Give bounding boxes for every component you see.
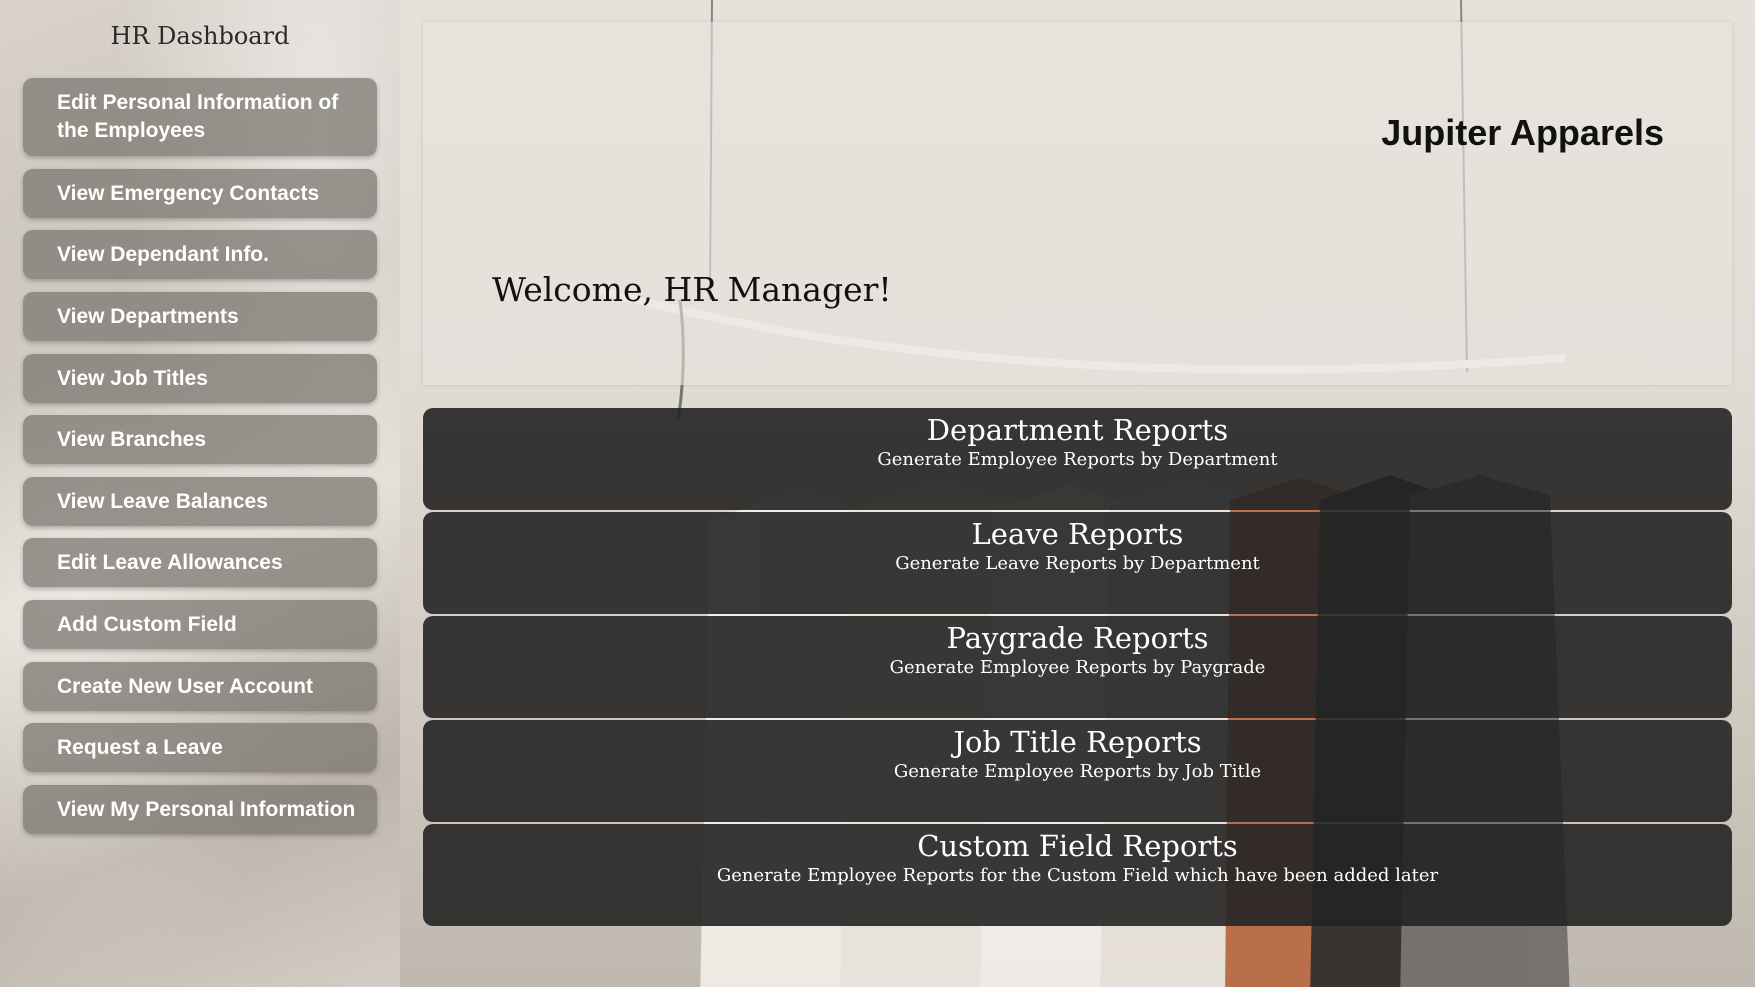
- report-description: Generate Employee Reports by Paygrade: [889, 657, 1266, 678]
- report-description: Generate Employee Reports by Department: [877, 449, 1278, 470]
- header-card: Jupiter Apparels Welcome, HR Manager!: [423, 22, 1732, 385]
- sidebar: HR Dashboard Edit Personal Information o…: [0, 0, 400, 987]
- create-new-user-account-button[interactable]: Create New User Account: [23, 662, 377, 711]
- view-my-personal-info-button[interactable]: View My Personal Information: [23, 785, 377, 834]
- job-title-reports-card[interactable]: Job Title Reports Generate Employee Repo…: [423, 720, 1732, 822]
- report-description: Generate Leave Reports by Department: [895, 553, 1260, 574]
- sidebar-title: HR Dashboard: [110, 22, 290, 50]
- view-emergency-contacts-button[interactable]: View Emergency Contacts: [23, 169, 377, 218]
- paygrade-reports-card[interactable]: Paygrade Reports Generate Employee Repor…: [423, 616, 1732, 718]
- report-title: Paygrade Reports: [946, 621, 1209, 655]
- report-description: Generate Employee Reports for the Custom…: [716, 865, 1439, 886]
- view-dependant-info-button[interactable]: View Dependant Info.: [23, 230, 377, 279]
- report-description: Generate Employee Reports by Job Title: [893, 761, 1262, 782]
- brand-name: Jupiter Apparels: [1381, 112, 1664, 153]
- report-title: Leave Reports: [971, 517, 1184, 551]
- view-job-titles-button[interactable]: View Job Titles: [23, 354, 377, 403]
- department-reports-card[interactable]: Department Reports Generate Employee Rep…: [423, 408, 1732, 510]
- leave-reports-card[interactable]: Leave Reports Generate Leave Reports by …: [423, 512, 1732, 614]
- add-custom-field-button[interactable]: Add Custom Field: [23, 600, 377, 649]
- welcome-message: Welcome, HR Manager!: [492, 270, 892, 309]
- report-title: Custom Field Reports: [917, 829, 1238, 863]
- view-branches-button[interactable]: View Branches: [23, 415, 377, 464]
- view-departments-button[interactable]: View Departments: [23, 292, 377, 341]
- report-title: Department Reports: [926, 413, 1229, 447]
- view-leave-balances-button[interactable]: View Leave Balances: [23, 477, 377, 526]
- edit-personal-info-button[interactable]: Edit Personal Information of the Employe…: [23, 78, 377, 156]
- request-leave-button[interactable]: Request a Leave: [23, 723, 377, 772]
- custom-field-reports-card[interactable]: Custom Field Reports Generate Employee R…: [423, 824, 1732, 926]
- report-title: Job Title Reports: [953, 725, 1202, 759]
- edit-leave-allowances-button[interactable]: Edit Leave Allowances: [23, 538, 377, 587]
